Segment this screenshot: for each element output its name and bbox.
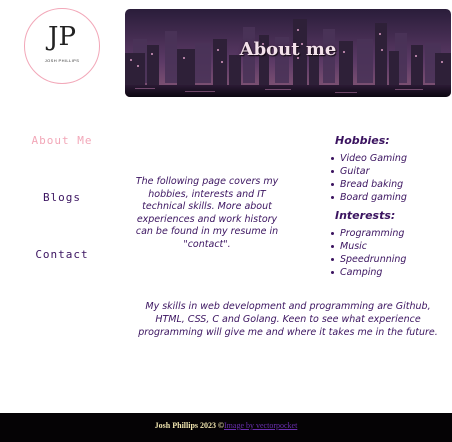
page-title: About me: [239, 39, 337, 60]
list-item: Music: [330, 240, 406, 253]
logo-name: JOSH PHILLIPS: [44, 58, 80, 63]
interests-list: Programming Music Speedrunning Camping: [330, 227, 406, 279]
footer: Josh Phillips 2023 ©Image by vectorpocke…: [0, 413, 452, 442]
hobbies-heading: Hobbies:: [335, 134, 390, 147]
hobbies-list: Video Gaming Guitar Bread baking Board g…: [330, 152, 407, 204]
list-item: Camping: [330, 266, 406, 279]
nav-link-about-me[interactable]: About Me: [0, 134, 124, 147]
list-item: Video Gaming: [330, 152, 407, 165]
list-item: Speedrunning: [330, 253, 406, 266]
logo: JP JOSH PHILLIPS: [24, 8, 100, 84]
nav-link-blogs[interactable]: Blogs: [0, 191, 124, 204]
list-item: Guitar: [330, 165, 407, 178]
footer-copyright: Josh Phillips 2023 ©: [154, 421, 224, 430]
list-item: Board gaming: [330, 191, 407, 204]
interests-heading: Interests:: [335, 209, 396, 222]
footer-content: Josh Phillips 2023 ©Image by vectorpocke…: [0, 421, 452, 430]
list-item: Bread baking: [330, 178, 407, 191]
logo-monogram: JP: [48, 22, 76, 52]
header-banner: About me: [125, 9, 451, 97]
skills-paragraph: My skills in web development and program…: [138, 301, 438, 338]
nav-link-contact[interactable]: Contact: [0, 248, 124, 261]
image-credit-link[interactable]: Image by vectorpocket: [224, 421, 297, 430]
intro-paragraph: The following page covers my hobbies, in…: [135, 176, 279, 250]
list-item: Programming: [330, 227, 406, 240]
